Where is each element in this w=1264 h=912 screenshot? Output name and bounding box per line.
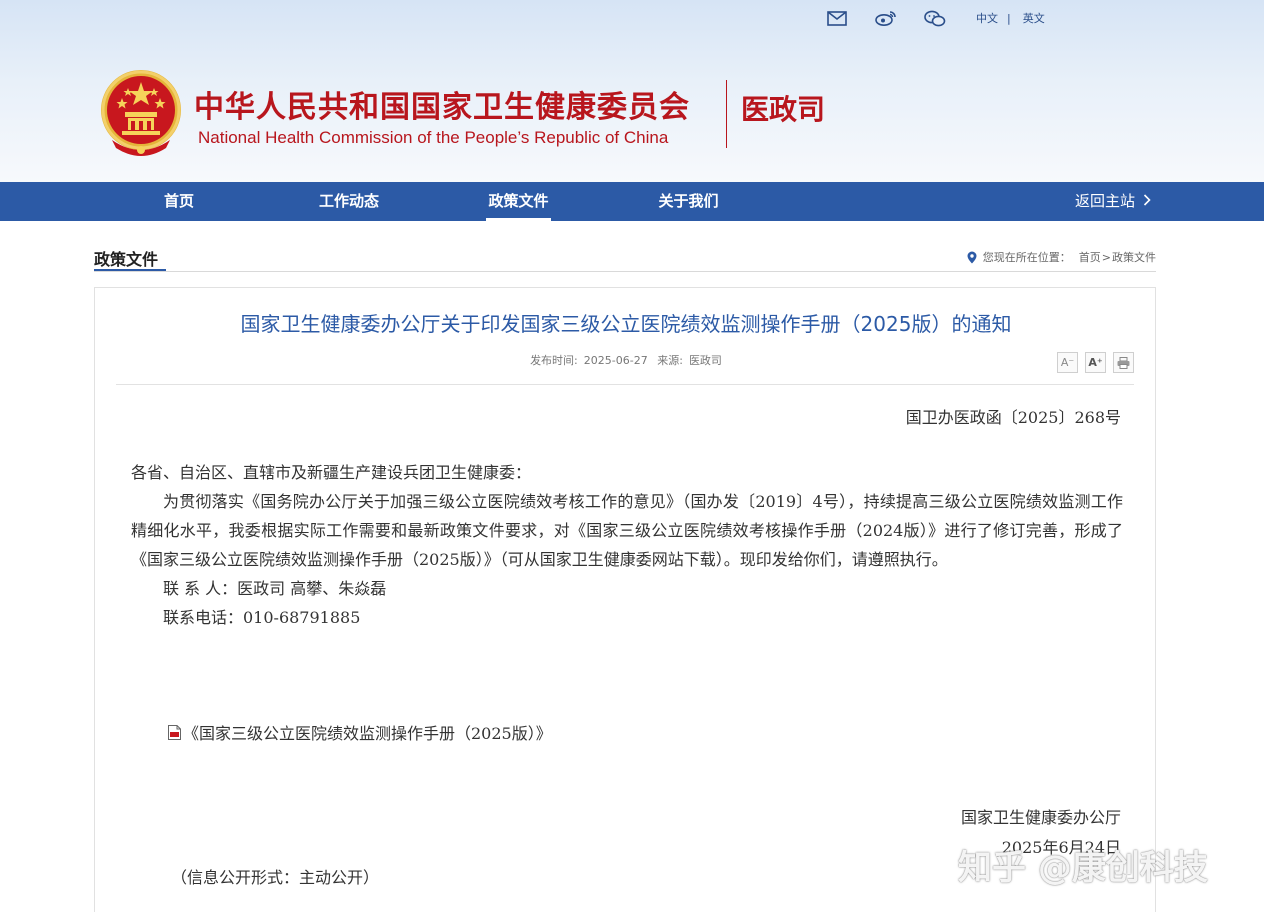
nav-item-about-us[interactable]: 关于我们 bbox=[656, 182, 721, 221]
org-name-en: National Health Commission of the People… bbox=[198, 128, 669, 147]
contact-person: 联 系 人：医政司 高攀、朱焱磊 bbox=[163, 579, 387, 598]
department-name: 医政司 bbox=[741, 93, 826, 126]
national-emblem-icon[interactable] bbox=[98, 68, 184, 158]
body-paragraph: 为贯彻落实《国务院办公厅关于加强三级公立医院绩效考核工作的意见》（国办发〔201… bbox=[131, 492, 1123, 569]
article-header-divider bbox=[116, 384, 1134, 385]
signing-organization: 国家卫生健康委办公厅 bbox=[960, 808, 1121, 827]
attachment-title[interactable]: 《国家三级公立医院绩效监测操作手册（2025版）》 bbox=[183, 720, 552, 744]
header-divider bbox=[726, 80, 727, 148]
breadcrumb-current[interactable]: 政策文件 bbox=[1112, 249, 1156, 265]
nav-item-work-news[interactable]: 工作动态 bbox=[316, 182, 382, 221]
top-links: 中文 | 英文 bbox=[826, 8, 1045, 28]
font-increase-button[interactable]: A⁺ bbox=[1085, 352, 1106, 373]
publish-date: 2025-06-27 bbox=[583, 354, 648, 367]
article-title: 国家卫生健康委办公厅关于印发国家三级公立医院绩效监测操作手册（2025版）的通知 bbox=[240, 312, 1012, 336]
nav-item-home[interactable]: 首页 bbox=[162, 182, 196, 221]
org-name-cn: 中华人民共和国国家卫生健康委员会 bbox=[194, 90, 690, 125]
article-tools: A⁻ A⁺ bbox=[1050, 352, 1134, 373]
nav-item-policy-documents[interactable]: 政策文件 bbox=[486, 182, 551, 221]
watermark-text: 知乎 @康创科技 bbox=[958, 848, 1208, 888]
contact-phone: 联系电话：010-68791885 bbox=[163, 608, 361, 627]
back-to-main-site-link[interactable]: 返回主站 bbox=[1075, 182, 1151, 221]
column-title: 政策文件 bbox=[94, 250, 159, 269]
lang-en-link[interactable]: 英文 bbox=[1023, 10, 1045, 26]
source-label: 来源: bbox=[657, 354, 683, 367]
breadcrumb-separator: > bbox=[1101, 250, 1111, 264]
salutation: 各省、自治区、直辖市及新疆生产建设兵团卫生健康委： bbox=[131, 463, 532, 482]
weibo-icon[interactable] bbox=[875, 9, 897, 27]
breadcrumb-prefix: 您现在所在位置： bbox=[982, 251, 1071, 264]
breadcrumb-home-link[interactable]: 首页 bbox=[1079, 249, 1101, 265]
lang-cn-link[interactable]: 中文 bbox=[976, 10, 998, 26]
pdf-file-icon bbox=[168, 724, 181, 740]
lang-separator: | bbox=[1007, 11, 1011, 25]
main-nav: 首页 工作动态 政策文件 关于我们 返回主站 bbox=[0, 182, 1264, 221]
back-to-main-site-label: 返回主站 bbox=[1075, 192, 1136, 210]
chevron-right-icon bbox=[1143, 182, 1151, 221]
location-pin-icon bbox=[967, 251, 977, 264]
document-number: 国卫办医政函〔2025〕268号 bbox=[905, 408, 1121, 427]
source-value: 医政司 bbox=[688, 354, 722, 367]
font-decrease-button[interactable]: A⁻ bbox=[1057, 352, 1078, 373]
publish-date-label: 发布时间: bbox=[530, 354, 578, 367]
mail-icon[interactable] bbox=[826, 9, 848, 27]
column-divider bbox=[94, 271, 1156, 272]
article-panel: 国家卫生健康委办公厅关于印发国家三级公立医院绩效监测操作手册（2025版）的通知… bbox=[94, 287, 1156, 912]
site-header: 中文 | 英文 中华人民共和国国家卫生健康委员会 National Health… bbox=[0, 0, 1264, 182]
wechat-icon[interactable] bbox=[924, 9, 946, 27]
article-body: 各省、自治区、直辖市及新疆生产建设兵团卫生健康委： 为贯彻落实《国务院办公厅关于… bbox=[131, 458, 1123, 632]
printer-icon bbox=[1117, 356, 1130, 369]
print-button[interactable] bbox=[1113, 352, 1134, 373]
disclosure-form: （信息公开形式：主动公开） bbox=[171, 868, 380, 887]
breadcrumb: 您现在所在位置： 首页 > 政策文件 bbox=[967, 249, 1156, 265]
article-meta: 发布时间: 2025-06-27 来源: 医政司 bbox=[95, 352, 1157, 368]
attachment-link[interactable]: 《国家三级公立医院绩效监测操作手册（2025版）》 bbox=[168, 720, 552, 744]
